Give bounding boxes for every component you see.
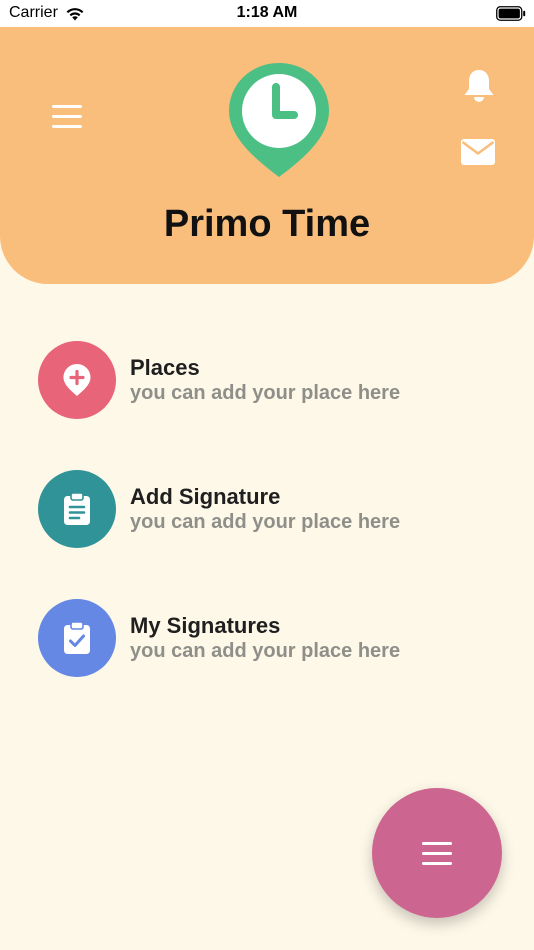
item-title: Add Signature	[130, 484, 281, 509]
item-subtitle: you can add your place here	[130, 382, 401, 404]
mail-icon	[461, 139, 495, 165]
status-time: 1:18 AM	[236, 4, 298, 21]
app-screen: Carrier 1:18 AM Primo Time Places you ca…	[0, 0, 534, 950]
status-bar: Carrier 1:18 AM	[0, 0, 534, 27]
clipboard-check-icon	[64, 621, 90, 654]
add-location-icon	[63, 364, 91, 396]
header: Primo Time	[0, 27, 534, 284]
notifications-button[interactable]	[460, 68, 498, 104]
menu-icon	[422, 841, 452, 865]
messages-button[interactable]	[459, 136, 497, 168]
item-subtitle: you can add your place here	[130, 640, 401, 662]
floating-menu-button[interactable]	[372, 788, 502, 918]
clipboard-text-icon	[64, 492, 90, 525]
battery-icon	[496, 6, 526, 21]
menu-icon	[48, 105, 86, 128]
menu-button[interactable]	[48, 105, 86, 133]
item-subtitle: you can add your place here	[130, 511, 401, 533]
menu-item-add-signature[interactable]: Add Signature you can add your place her…	[38, 470, 498, 550]
add-signature-icon-circle	[38, 470, 116, 548]
item-title: My Signatures	[130, 613, 281, 638]
clock-location-logo-icon	[229, 63, 329, 177]
item-title: Places	[130, 355, 200, 380]
menu-item-places[interactable]: Places you can add your place here	[38, 341, 498, 421]
places-icon-circle	[38, 341, 116, 419]
bell-icon	[464, 70, 494, 102]
menu-item-my-signatures[interactable]: My Signatures you can add your place her…	[38, 599, 498, 679]
app-title: Primo Time	[163, 203, 371, 245]
my-signatures-icon-circle	[38, 599, 116, 677]
